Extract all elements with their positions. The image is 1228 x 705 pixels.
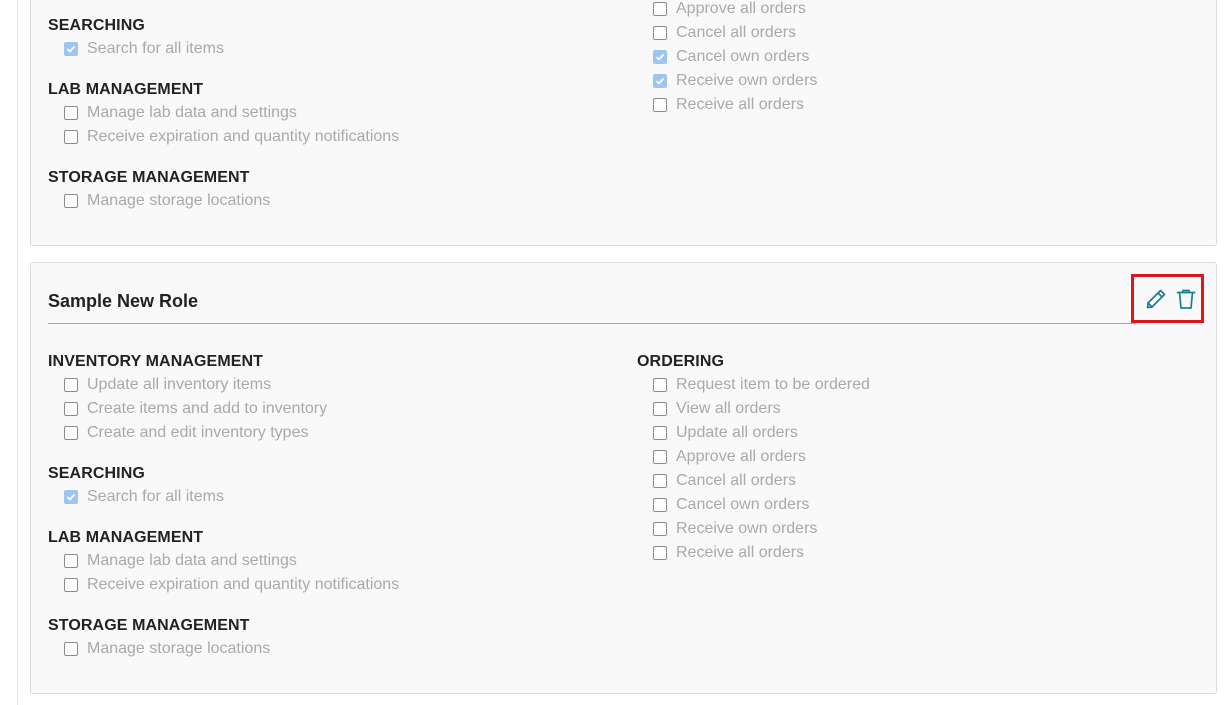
role-card-previous: SEARCHING Search for all items LAB MANAG…	[30, 0, 1217, 246]
checkbox[interactable]	[64, 578, 78, 592]
checkbox[interactable]	[653, 26, 667, 40]
checkbox[interactable]	[653, 426, 667, 440]
permission-label: Create and edit inventory types	[87, 424, 309, 441]
permission-cancel-all-orders[interactable]: Cancel all orders	[653, 21, 796, 45]
checkbox[interactable]	[64, 642, 78, 656]
checkbox[interactable]	[653, 522, 667, 536]
permission-receive-all-orders[interactable]: Receive all orders	[653, 541, 804, 565]
permission-label: Manage storage locations	[87, 192, 271, 209]
permission-label: Cancel own orders	[676, 48, 810, 65]
permission-approve-all-orders[interactable]: Approve all orders	[653, 445, 806, 469]
section-title-searching: SEARCHING	[48, 17, 145, 34]
checkbox[interactable]	[64, 426, 78, 440]
trash-icon[interactable]	[1174, 287, 1198, 311]
permission-label: Update all inventory items	[87, 376, 272, 393]
checkbox[interactable]	[653, 498, 667, 512]
permission-request-item[interactable]: Request item to be ordered	[653, 373, 870, 397]
permission-label: Cancel all orders	[676, 24, 797, 41]
checkbox[interactable]	[653, 546, 667, 560]
checkbox[interactable]	[64, 42, 78, 56]
role-card-sample-new-role: Sample New Role INVENTORY MANAGEMENT Upd…	[30, 262, 1217, 694]
permission-receive-own-orders[interactable]: Receive own orders	[653, 69, 817, 93]
section-title-storage-management: STORAGE MANAGEMENT	[48, 617, 250, 634]
permission-cancel-all-orders[interactable]: Cancel all orders	[653, 469, 796, 493]
section-title-searching: SEARCHING	[48, 465, 145, 482]
checkbox[interactable]	[64, 106, 78, 120]
permission-label: Receive own orders	[676, 72, 818, 89]
permission-label: Manage lab data and settings	[87, 104, 297, 121]
permission-label: Receive all orders	[676, 96, 805, 113]
permission-search-all-items[interactable]: Search for all items	[64, 37, 224, 61]
permission-label: Search for all items	[87, 488, 224, 505]
section-title-storage-management: STORAGE MANAGEMENT	[48, 169, 250, 186]
permission-label: Search for all items	[87, 40, 224, 57]
title-divider	[48, 323, 1136, 324]
permission-cancel-own-orders[interactable]: Cancel own orders	[653, 493, 809, 517]
checkbox[interactable]	[653, 474, 667, 488]
permission-receive-notifications[interactable]: Receive expiration and quantity notifica…	[64, 573, 399, 597]
permission-update-inventory[interactable]: Update all inventory items	[64, 373, 271, 397]
permission-label: Receive expiration and quantity notifica…	[87, 576, 400, 593]
checkbox[interactable]	[653, 402, 667, 416]
permission-label: Request item to be ordered	[676, 376, 870, 393]
checkbox[interactable]	[64, 130, 78, 144]
permission-label: Cancel own orders	[676, 496, 810, 513]
permission-manage-lab-data[interactable]: Manage lab data and settings	[64, 549, 297, 573]
permission-label: Create items and add to inventory	[87, 400, 328, 417]
permission-manage-lab-data[interactable]: Manage lab data and settings	[64, 101, 297, 125]
checkbox[interactable]	[653, 450, 667, 464]
checkbox[interactable]	[653, 50, 667, 64]
permission-update-all-orders[interactable]: Update all orders	[653, 421, 798, 445]
permission-label: Receive all orders	[676, 544, 805, 561]
permission-approve-all-orders[interactable]: Approve all orders	[653, 0, 806, 21]
section-title-ordering: ORDERING	[637, 353, 725, 370]
checkbox[interactable]	[64, 402, 78, 416]
permission-edit-inventory-types[interactable]: Create and edit inventory types	[64, 421, 308, 445]
permission-label: Update all orders	[676, 424, 798, 441]
permission-manage-storage[interactable]: Manage storage locations	[64, 637, 270, 661]
section-title-inventory-management: INVENTORY MANAGEMENT	[48, 353, 264, 370]
permission-label: Manage storage locations	[87, 640, 271, 657]
permission-label: View all orders	[676, 400, 781, 417]
permission-cancel-own-orders[interactable]: Cancel own orders	[653, 45, 809, 69]
permission-receive-notifications[interactable]: Receive expiration and quantity notifica…	[64, 125, 399, 149]
permission-receive-own-orders[interactable]: Receive own orders	[653, 517, 817, 541]
permission-label: Cancel all orders	[676, 472, 797, 489]
checkbox[interactable]	[653, 378, 667, 392]
permission-search-all-items[interactable]: Search for all items	[64, 485, 224, 509]
checkbox[interactable]	[653, 2, 667, 16]
checkbox[interactable]	[653, 98, 667, 112]
permission-label: Approve all orders	[676, 0, 806, 17]
permission-create-items[interactable]: Create items and add to inventory	[64, 397, 327, 421]
section-title-lab-management: LAB MANAGEMENT	[48, 529, 204, 546]
role-actions-highlight	[1131, 274, 1204, 323]
permission-view-all-orders[interactable]: View all orders	[653, 397, 781, 421]
permission-manage-storage[interactable]: Manage storage locations	[64, 189, 270, 213]
permission-label: Receive own orders	[676, 520, 818, 537]
permission-label: Receive expiration and quantity notifica…	[87, 128, 400, 145]
checkbox[interactable]	[64, 554, 78, 568]
permission-label: Approve all orders	[676, 448, 806, 465]
checkbox[interactable]	[64, 490, 78, 504]
checkbox[interactable]	[64, 378, 78, 392]
checkbox[interactable]	[653, 74, 667, 88]
left-border-line	[17, 0, 18, 705]
checkbox[interactable]	[64, 194, 78, 208]
pencil-icon[interactable]	[1144, 287, 1168, 311]
section-title-lab-management: LAB MANAGEMENT	[48, 81, 204, 98]
permission-receive-all-orders[interactable]: Receive all orders	[653, 93, 804, 117]
permission-label: Manage lab data and settings	[87, 552, 297, 569]
role-title: Sample New Role	[48, 291, 199, 311]
